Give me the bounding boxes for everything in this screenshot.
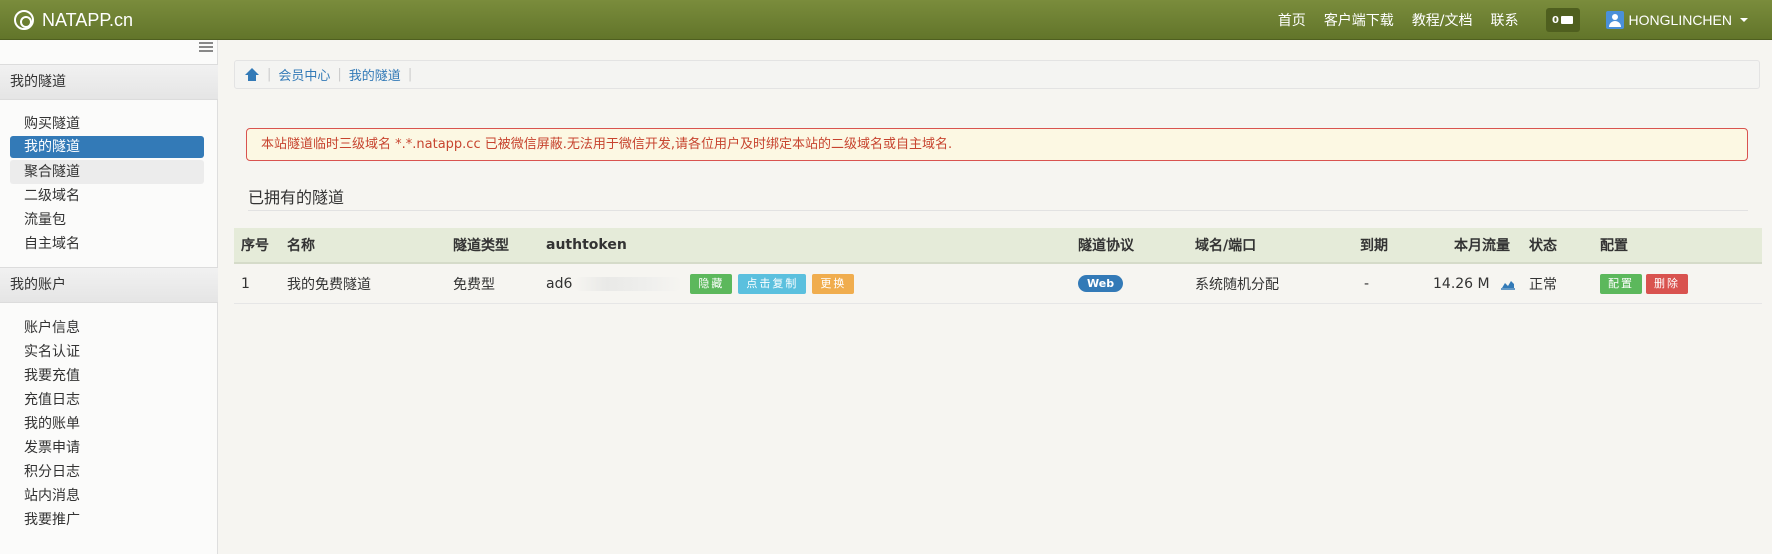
table-header: 序号 名称 隧道类型 authtoken 隧道协议 域名/端口 到期 本月流量 … bbox=[234, 228, 1762, 264]
sidebar: 我的隧道 购买隧道 我的隧道 聚合隧道 二级域名 流量包 自主域名 我的账户 账… bbox=[0, 40, 218, 554]
sidebar-item-referral[interactable]: 我要推广 bbox=[10, 508, 204, 532]
config-button[interactable]: 配置 bbox=[1600, 273, 1642, 294]
sidebar-tunnel-list: 购买隧道 我的隧道 聚合隧道 二级域名 流量包 自主域名 bbox=[10, 112, 204, 256]
row-protocol: Web bbox=[1078, 264, 1124, 303]
sidebar-item-invoice[interactable]: 发票申请 bbox=[10, 436, 204, 460]
row-status: 正常 bbox=[1529, 276, 1557, 293]
user-icon bbox=[1605, 11, 1624, 29]
message-count: 0 bbox=[1552, 14, 1560, 26]
nav-client-download[interactable]: 客户端下载 bbox=[1315, 10, 1403, 30]
breadcrumb-separator: | bbox=[267, 67, 272, 82]
header-config: 配置 bbox=[1600, 238, 1628, 254]
header-domain: 域名/端口 bbox=[1195, 238, 1257, 254]
brand-name: NATAPP.cn bbox=[42, 9, 134, 30]
sidebar-heading-tunnels: 我的隧道 bbox=[0, 64, 218, 100]
header-index: 序号 bbox=[241, 238, 269, 254]
user-menu[interactable]: HONGLINCHEN bbox=[1605, 11, 1748, 29]
breadcrumb-my-tunnels[interactable]: 我的隧道 bbox=[349, 65, 401, 84]
sidebar-item-points-log[interactable]: 积分日志 bbox=[10, 460, 204, 484]
copy-token-button[interactable]: 点击复制 bbox=[738, 273, 807, 294]
change-token-button[interactable]: 更换 bbox=[812, 273, 855, 294]
sidebar-item-recharge[interactable]: 我要充值 bbox=[10, 364, 204, 388]
username: HONGLINCHEN bbox=[1628, 12, 1732, 28]
sidebar-collapse-icon[interactable] bbox=[199, 42, 213, 52]
sidebar-item-my-tunnels[interactable]: 我的隧道 bbox=[10, 136, 204, 158]
sidebar-item-verification[interactable]: 实名认证 bbox=[10, 340, 204, 364]
caret-down-icon bbox=[1740, 18, 1748, 22]
header-name: 名称 bbox=[287, 238, 315, 254]
hide-token-button[interactable]: 隐藏 bbox=[690, 273, 733, 294]
authtoken-value: ad6 bbox=[546, 275, 573, 292]
row-config: 配置 删除 bbox=[1600, 264, 1688, 303]
header-protocol: 隧道协议 bbox=[1078, 238, 1134, 254]
row-type: 免费型 bbox=[453, 276, 495, 293]
section-title: 已拥有的隧道 bbox=[248, 188, 345, 207]
sidebar-item-buy-tunnel[interactable]: 购买隧道 bbox=[10, 112, 204, 136]
breadcrumb-member-center[interactable]: 会员中心 bbox=[278, 65, 330, 84]
header-status: 状态 bbox=[1529, 238, 1557, 254]
sidebar-item-custom-domain[interactable]: 自主域名 bbox=[10, 232, 204, 256]
traffic-chart-icon[interactable] bbox=[1500, 278, 1516, 290]
brand-logo[interactable]: NATAPP.cn bbox=[14, 0, 133, 40]
sidebar-item-bills[interactable]: 我的账单 bbox=[10, 412, 204, 436]
logo-icon bbox=[14, 10, 34, 30]
sidebar-item-messages[interactable]: 站内消息 bbox=[10, 484, 204, 508]
row-authtoken: ad6 隐藏 点击复制 更换 bbox=[546, 264, 855, 303]
wechat-warning-alert: 本站隧道临时三级域名 *.*.natapp.cc 已被微信屏蔽.无法用于微信开发… bbox=[246, 128, 1748, 161]
row-expiry: - bbox=[1364, 275, 1370, 292]
nav-home[interactable]: 首页 bbox=[1269, 10, 1315, 30]
sidebar-item-aggregate-tunnel[interactable]: 聚合隧道 bbox=[10, 160, 204, 184]
sidebar-item-traffic-pack[interactable]: 流量包 bbox=[10, 208, 204, 232]
traffic-value: 14.26 M bbox=[1433, 275, 1490, 292]
header-traffic: 本月流量 bbox=[1454, 238, 1510, 254]
delete-button[interactable]: 删除 bbox=[1646, 273, 1688, 294]
header-type: 隧道类型 bbox=[453, 238, 509, 254]
header-authtoken: authtoken bbox=[546, 237, 627, 253]
nav-contact[interactable]: 联系 bbox=[1482, 10, 1528, 30]
home-icon[interactable] bbox=[245, 68, 259, 81]
breadcrumb: | 会员中心 | 我的隧道 | bbox=[234, 60, 1760, 89]
authtoken-masked bbox=[574, 276, 683, 291]
header-expiry: 到期 bbox=[1360, 238, 1388, 254]
row-index: 1 bbox=[241, 275, 250, 292]
row-domain: 系统随机分配 bbox=[1195, 276, 1279, 293]
nav-docs[interactable]: 教程/文档 bbox=[1403, 10, 1482, 30]
messages-button[interactable]: 0 bbox=[1545, 8, 1580, 32]
sidebar-item-recharge-log[interactable]: 充值日志 bbox=[10, 388, 204, 412]
sidebar-account-list: 账户信息 实名认证 我要充值 充值日志 我的账单 发票申请 积分日志 站内消息 … bbox=[10, 316, 204, 532]
tunnel-table: 序号 名称 隧道类型 authtoken 隧道协议 域名/端口 到期 本月流量 … bbox=[234, 228, 1762, 304]
nav-links: 首页 客户端下载 教程/文档 联系 0 HONGLINCHEN bbox=[1269, 0, 1772, 40]
sidebar-item-subdomain[interactable]: 二级域名 bbox=[10, 184, 204, 208]
row-traffic: 14.26 M bbox=[1433, 264, 1516, 303]
section-divider bbox=[248, 210, 1748, 211]
breadcrumb-separator: | bbox=[337, 67, 342, 82]
sidebar-item-account-info[interactable]: 账户信息 bbox=[10, 316, 204, 340]
breadcrumb-separator: | bbox=[407, 67, 413, 82]
envelope-icon bbox=[1561, 16, 1574, 24]
protocol-badge: Web bbox=[1078, 275, 1124, 292]
table-row: 1 我的免费隧道 免费型 ad6 隐藏 点击复制 更换 Web 系统随机分配 -… bbox=[234, 264, 1762, 304]
row-name: 我的免费隧道 bbox=[287, 276, 371, 293]
top-navbar: NATAPP.cn 首页 客户端下载 教程/文档 联系 0 HONGLINCHE… bbox=[0, 0, 1772, 40]
sidebar-heading-account: 我的账户 bbox=[0, 267, 218, 303]
